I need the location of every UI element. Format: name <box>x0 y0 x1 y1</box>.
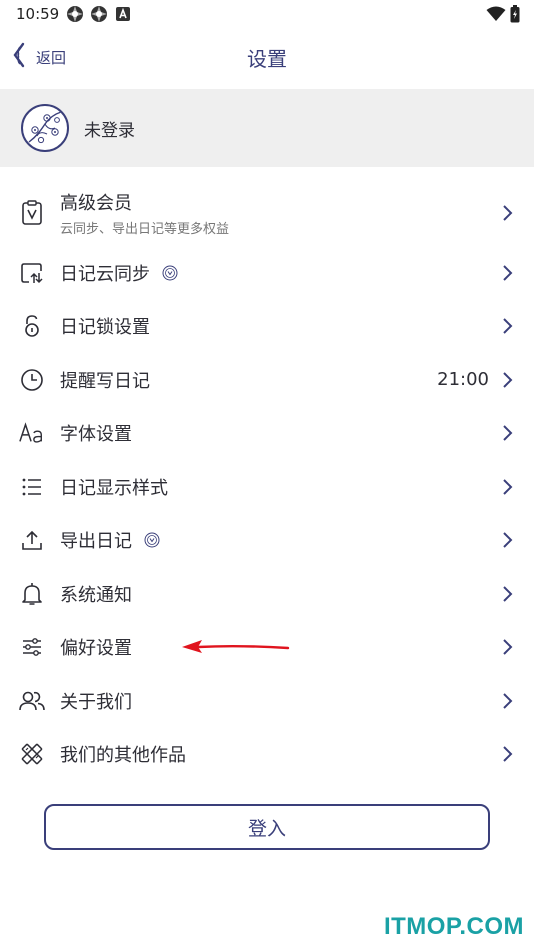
menu-label: 提醒写日记 <box>60 370 150 392</box>
list-icon <box>19 474 45 500</box>
chevron-right-icon <box>503 693 513 709</box>
menu-label: 我们的其他作品 <box>60 745 186 767</box>
vip-card-icon <box>19 200 45 226</box>
chevron-right-icon <box>503 265 513 281</box>
menu-text: 高级会员 云同步、导出日记等更多权益 <box>60 189 229 237</box>
chevron-right-icon <box>503 425 513 441</box>
menu-label: 系统通知 <box>60 584 132 606</box>
menu-label: 日记云同步 <box>60 263 150 285</box>
menu-item-vip[interactable]: 高级会员 云同步、导出日记等更多权益 <box>0 180 534 246</box>
chevron-right-icon <box>503 532 513 548</box>
menu-label-row: 日记云同步 <box>60 260 178 286</box>
upload-icon <box>19 527 45 553</box>
lock-icon <box>19 313 45 339</box>
status-icons-left <box>66 5 132 23</box>
menu-item-notification[interactable]: 系统通知 <box>0 567 534 621</box>
menu-text: 日记云同步 <box>60 260 178 286</box>
reminder-time: 21:00 <box>437 369 489 391</box>
menu-text: 导出日记 <box>60 527 160 553</box>
login-button[interactable]: 登入 <box>44 804 490 850</box>
menu-label: 关于我们 <box>60 691 132 713</box>
menu-item-font[interactable]: 字体设置 <box>0 407 534 461</box>
chevron-right-icon <box>503 205 513 221</box>
menu-label: 日记显示样式 <box>60 477 168 499</box>
chevron-right-icon <box>503 318 513 334</box>
menu-item-cloud-sync[interactable]: 日记云同步 <box>0 246 534 300</box>
app-icon <box>66 5 84 23</box>
wifi-icon <box>486 6 506 26</box>
menu-label: 导出日记 <box>60 531 132 553</box>
cloud-sync-icon <box>19 260 45 286</box>
menu-label: 字体设置 <box>60 424 132 446</box>
vip-badge-icon <box>162 265 178 281</box>
menu-label: 日记锁设置 <box>60 317 150 339</box>
annotation-arrow-icon <box>182 640 290 653</box>
menu-sub: 云同步、导出日记等更多权益 <box>60 222 230 237</box>
page-title: 设置 <box>247 47 287 71</box>
menu-item-other-works[interactable]: 我们的其他作品 <box>0 728 534 782</box>
menu-label: 偏好设置 <box>60 638 132 660</box>
settings-menu: 高级会员 云同步、导出日记等更多权益 日记云同步 日记锁设置 提醒写日记 21:… <box>0 180 534 781</box>
menu-label: 高级会员 <box>60 193 132 214</box>
menu-item-export[interactable]: 导出日记 <box>0 514 534 568</box>
chevron-right-icon <box>503 639 513 655</box>
chevron-right-icon <box>503 479 513 495</box>
a-icon <box>114 5 132 23</box>
nav-bar: 返回 设置 <box>0 28 534 88</box>
menu-text: 我们的其他作品 <box>60 741 186 767</box>
status-bar: 10:59 <box>0 0 534 28</box>
menu-text: 提醒写日记 <box>60 367 150 393</box>
menu-item-display-style[interactable]: 日记显示样式 <box>0 460 534 514</box>
tools-icon <box>19 741 45 767</box>
status-icons-right <box>486 5 520 27</box>
menu-item-about-us[interactable]: 关于我们 <box>0 674 534 728</box>
app-icon <box>90 5 108 23</box>
font-icon <box>19 420 45 446</box>
chevron-right-icon <box>503 586 513 602</box>
bell-icon <box>19 581 45 607</box>
menu-text: 偏好设置 <box>60 634 132 660</box>
watermark: ITMOP.COM <box>383 913 524 940</box>
clock-icon <box>19 367 45 393</box>
avatar[interactable] <box>21 104 69 152</box>
menu-label-row: 导出日记 <box>60 527 160 553</box>
sliders-icon <box>19 634 45 660</box>
menu-text: 日记锁设置 <box>60 313 150 339</box>
chevron-right-icon <box>503 746 513 762</box>
menu-text: 日记显示样式 <box>60 474 168 500</box>
profile-name: 未登录 <box>84 120 135 141</box>
menu-text: 字体设置 <box>60 420 132 446</box>
menu-text: 关于我们 <box>60 688 132 714</box>
people-icon <box>19 688 45 714</box>
battery-icon <box>510 5 520 27</box>
status-time: 10:59 <box>16 5 60 23</box>
chevron-right-icon <box>503 372 513 388</box>
menu-text: 系统通知 <box>60 581 132 607</box>
profile-header[interactable]: 未登录 <box>0 89 534 167</box>
vip-badge-icon <box>144 532 160 548</box>
menu-item-diary-lock[interactable]: 日记锁设置 <box>0 300 534 354</box>
menu-item-reminder[interactable]: 提醒写日记 21:00 <box>0 353 534 407</box>
